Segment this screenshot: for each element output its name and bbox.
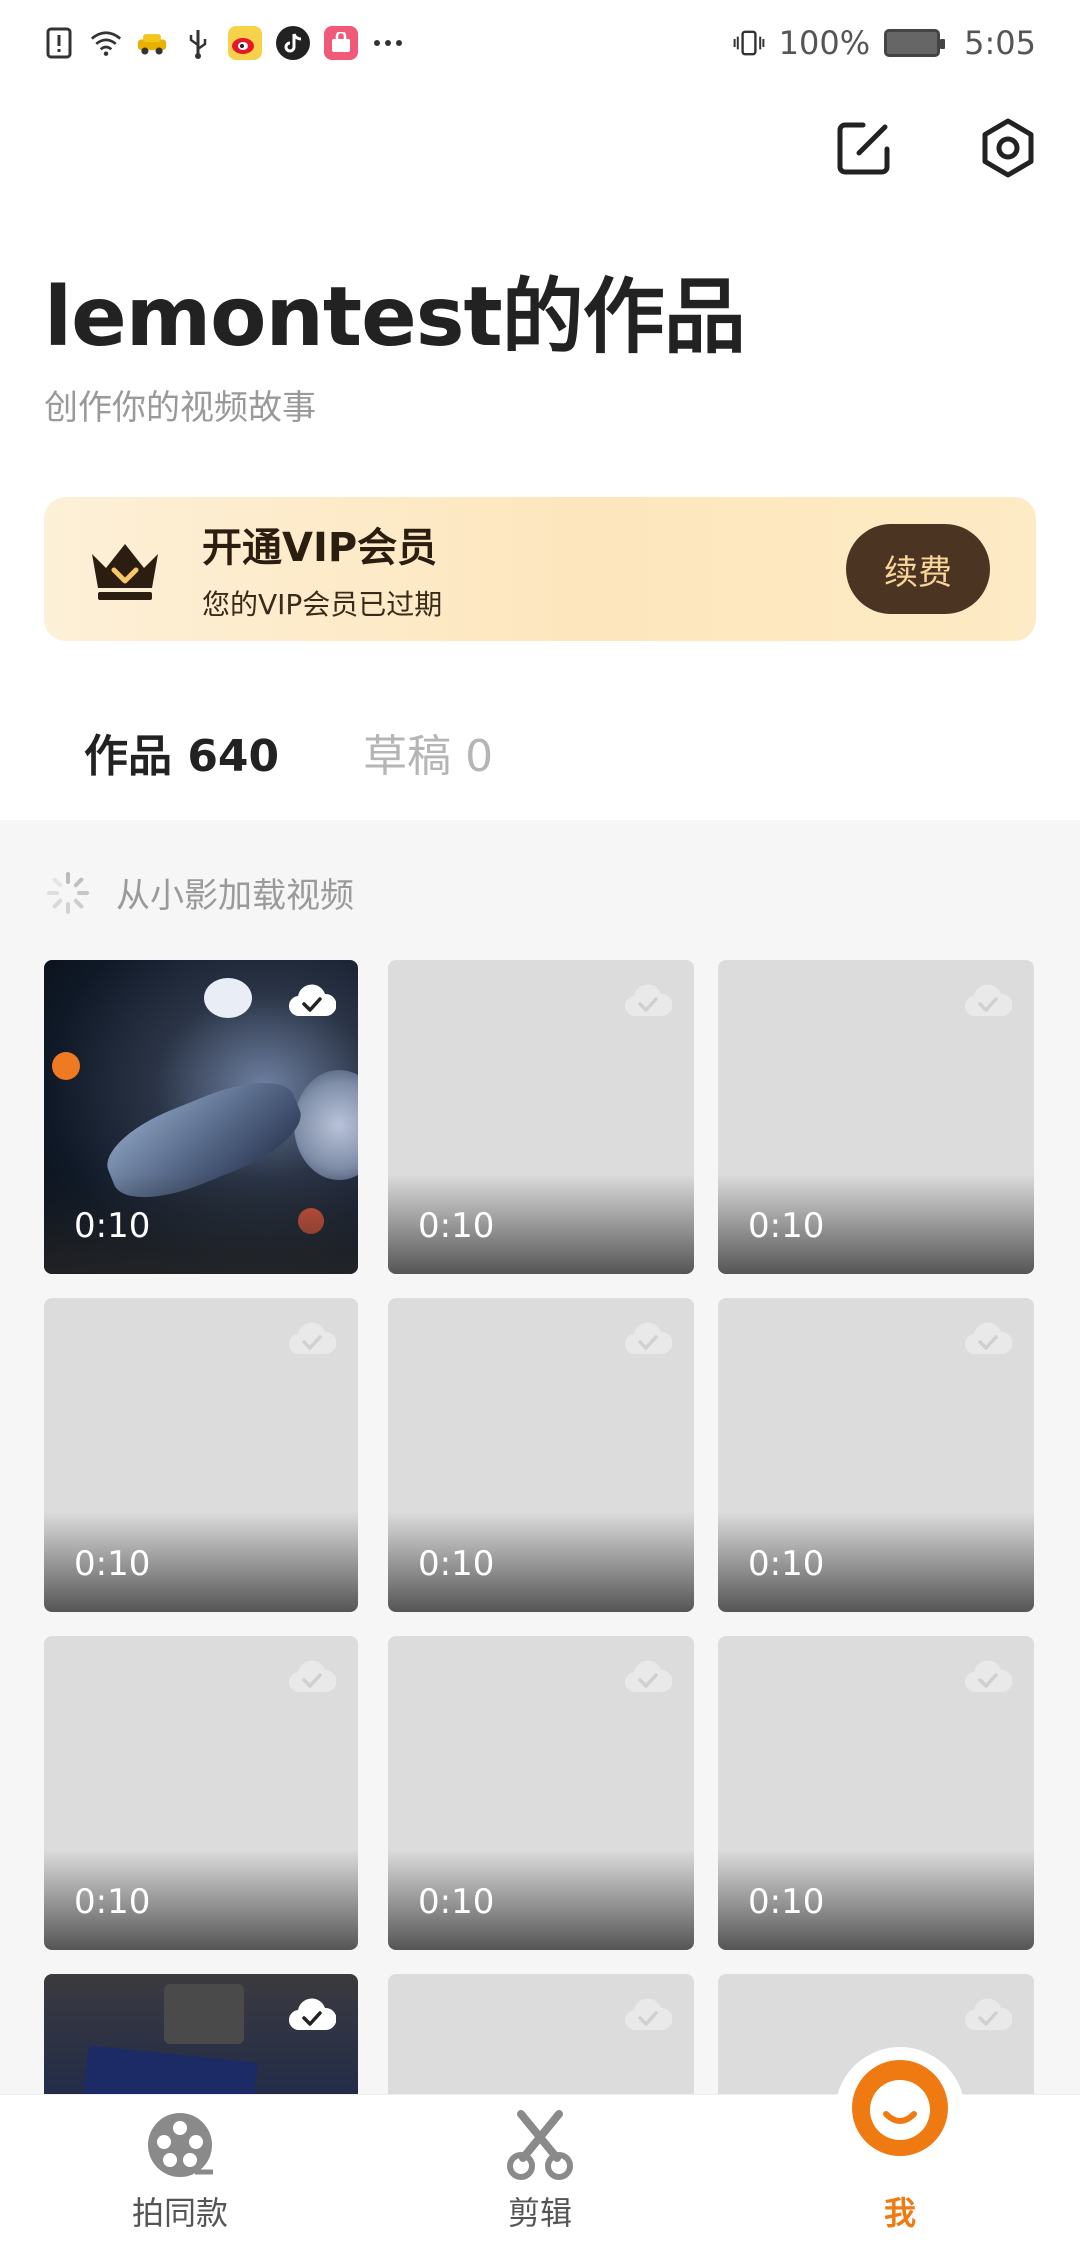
vibrate-icon xyxy=(733,27,765,59)
loading-text: 从小影加载视频 xyxy=(116,876,354,916)
film-reel-icon xyxy=(145,2110,215,2180)
battery-percent: 100% xyxy=(778,24,871,62)
clock: 5:05 xyxy=(964,24,1036,62)
cloud-synced-icon xyxy=(288,982,337,1020)
cloud-icon xyxy=(288,1658,337,1696)
vip-text: 开通VIP会员 您的VIP会员已过期 xyxy=(202,515,846,623)
video-tile[interactable]: 0:10 xyxy=(44,1298,358,1612)
vip-subtitle: 您的VIP会员已过期 xyxy=(202,588,443,621)
video-duration: 0:10 xyxy=(418,1882,495,1922)
bottom-nav: 拍同款 剪辑 我 xyxy=(0,2047,1080,2244)
cloud-synced-icon xyxy=(288,1996,337,2034)
status-bar-right: 100% 5:05 xyxy=(733,24,1036,62)
weibo-app-icon xyxy=(228,26,262,60)
vip-title: 开通VIP会员 xyxy=(202,525,438,571)
cloud-icon xyxy=(624,1996,673,2034)
nav-label: 我 xyxy=(883,2194,916,2232)
settings-icon xyxy=(978,118,1038,182)
nav-label: 剪辑 xyxy=(507,2194,572,2232)
vip-banner[interactable]: 开通VIP会员 您的VIP会员已过期 续费 xyxy=(44,497,1036,641)
video-grid: 0:10 0:10 0:10 0:10 0:10 0:10 0:10 0:10 … xyxy=(44,960,1044,2094)
works-content: 从小影加载视频 0:10 0:10 0:10 0:10 0:10 0:10 0:… xyxy=(0,820,1080,2094)
nav-label: 拍同款 xyxy=(131,2194,228,2232)
video-row: 0:10 0:10 0:10 xyxy=(44,960,1044,1274)
video-tile[interactable]: 0:10 xyxy=(388,1636,694,1950)
video-tile[interactable]: 0:10 xyxy=(718,1636,1034,1950)
box-decoration xyxy=(164,1984,244,2044)
video-duration: 0:10 xyxy=(418,1544,495,1584)
battery-icon xyxy=(884,29,946,57)
video-duration: 0:10 xyxy=(748,1544,825,1584)
cloud-icon xyxy=(288,1320,337,1358)
more-icon xyxy=(372,27,404,59)
edit-icon xyxy=(835,119,893,181)
crown-icon xyxy=(84,528,166,610)
video-tile[interactable] xyxy=(388,1974,694,2094)
profile-face-icon xyxy=(850,2058,950,2166)
cloud-icon xyxy=(964,982,1013,1020)
planet-decoration xyxy=(294,1070,358,1180)
taxi-app-icon xyxy=(136,27,168,59)
video-duration: 0:10 xyxy=(74,1544,151,1584)
usb-icon xyxy=(182,27,214,59)
tiktok-app-icon xyxy=(276,26,310,60)
status-bar-left xyxy=(44,26,404,60)
page-subtitle: 创作你的视频故事 xyxy=(44,388,316,428)
thumbnail-image xyxy=(80,2045,258,2094)
video-duration: 0:10 xyxy=(748,1882,825,1922)
cloud-icon xyxy=(624,1658,673,1696)
spinner-icon xyxy=(46,871,90,915)
tab-works[interactable]: 作品 640 xyxy=(84,720,279,784)
thumbnail-image xyxy=(204,978,252,1018)
video-row: 0:10 0:10 0:10 xyxy=(44,1298,1044,1612)
video-row: 0:10 0:10 0:10 xyxy=(44,1636,1044,1950)
video-tile[interactable]: 0:10 xyxy=(718,1298,1034,1612)
cloud-icon xyxy=(964,1996,1013,2034)
video-duration: 0:10 xyxy=(74,1206,151,1246)
cloud-icon xyxy=(624,1320,673,1358)
video-duration: 0:10 xyxy=(74,1882,151,1922)
video-duration: 0:10 xyxy=(748,1206,825,1246)
nav-item-shoot-same[interactable]: 拍同款 xyxy=(0,2095,360,2244)
loading-indicator: 从小影加载视频 xyxy=(46,868,354,917)
wifi-icon xyxy=(90,27,122,59)
settings-button[interactable] xyxy=(976,118,1040,182)
cloud-icon xyxy=(964,1320,1013,1358)
tabs: 作品 640 草稿 0 xyxy=(84,720,493,784)
edit-button[interactable] xyxy=(832,118,896,182)
page-title: lemontest的作品 xyxy=(44,270,746,365)
cloud-icon xyxy=(964,1658,1013,1696)
video-tile[interactable] xyxy=(44,1974,358,2094)
orange-decoration xyxy=(52,1052,80,1080)
shop-app-icon xyxy=(324,26,358,60)
cloud-icon xyxy=(624,982,673,1020)
video-duration: 0:10 xyxy=(418,1206,495,1246)
video-tile[interactable]: 0:10 xyxy=(388,1298,694,1612)
renew-button[interactable]: 续费 xyxy=(846,524,990,614)
video-tile[interactable]: 0:10 xyxy=(718,960,1034,1274)
video-tile[interactable]: 0:10 xyxy=(388,960,694,1274)
status-bar: 100% 5:05 xyxy=(0,0,1080,86)
header-actions xyxy=(832,118,1040,182)
tab-drafts[interactable]: 草稿 0 xyxy=(363,720,493,784)
nav-item-me[interactable]: 我 xyxy=(720,2047,1080,2244)
profile-bubble xyxy=(835,2047,965,2177)
video-tile[interactable]: 0:10 xyxy=(44,960,358,1274)
video-tile[interactable]: 0:10 xyxy=(44,1636,358,1950)
alert-icon xyxy=(44,27,76,59)
scissors-icon xyxy=(505,2110,575,2180)
nav-item-edit[interactable]: 剪辑 xyxy=(360,2095,720,2244)
